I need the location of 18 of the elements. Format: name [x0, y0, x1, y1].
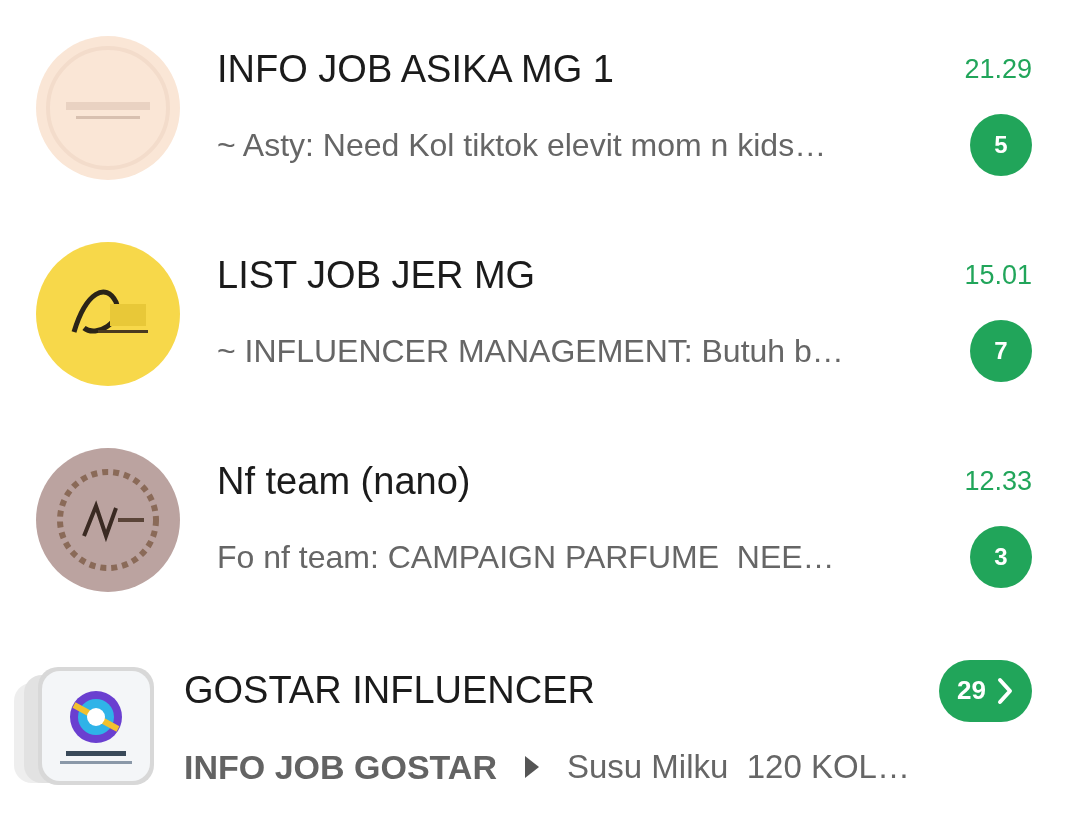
message-time: 12.33: [964, 464, 1032, 498]
message-time: 15.01: [964, 258, 1032, 292]
chevron-right-icon: [996, 676, 1014, 705]
message-preview: ~ Asty: Need Kol tiktok elevit mom n kids…: [217, 125, 827, 165]
unread-badge[interactable]: 29: [939, 659, 1032, 722]
unread-badge: 7: [970, 319, 1032, 382]
unread-badge: 3: [970, 525, 1032, 588]
message-preview: Susu Milku 120 KOL…: [566, 747, 910, 788]
play-icon: [524, 756, 539, 778]
message-preview: Fo nf team: CAMPAIGN PARFUME NEE…: [217, 537, 835, 577]
group-name: INFO JOB GOSTAR: [184, 746, 497, 788]
message-time: 21.29: [964, 52, 1032, 86]
message-preview: ~ INFLUENCER MANAGEMENT: Butuh b…: [217, 331, 844, 371]
unread-badge: 5: [970, 113, 1032, 176]
chat-title: LIST JOB JER MG: [217, 252, 536, 298]
chat-title: Nf team (nano): [217, 458, 471, 504]
chat-title: GOSTAR INFLUENCER: [184, 668, 595, 713]
chat-title: INFO JOB ASIKA MG 1: [217, 46, 614, 92]
